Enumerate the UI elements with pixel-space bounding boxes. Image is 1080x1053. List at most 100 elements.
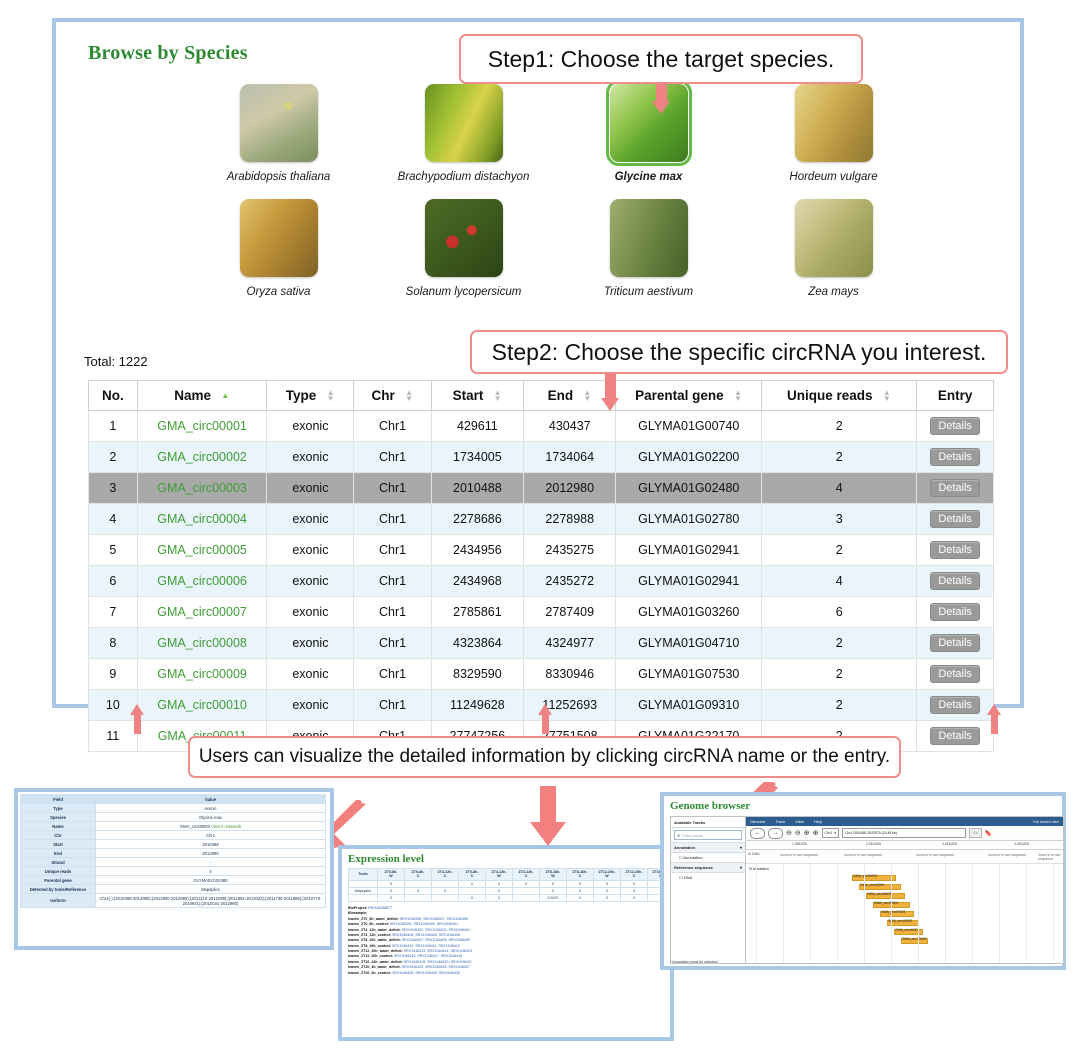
- cell-entry[interactable]: Details: [916, 441, 994, 473]
- column-header-name[interactable]: Name ▲: [136, 380, 268, 411]
- details-button[interactable]: Details: [930, 417, 980, 435]
- chevron-icon[interactable]: ▾: [740, 845, 742, 850]
- chevron-down-icon[interactable]: ▾: [834, 831, 836, 835]
- species-thumbnail-icon[interactable]: [794, 199, 873, 277]
- track-section-reference-sequence[interactable]: Reference sequence ▾: [671, 862, 745, 873]
- zoom-in-icon[interactable]: ⊕: [804, 829, 810, 837]
- cell-name[interactable]: GMA_circ00009: [136, 658, 268, 690]
- details-button[interactable]: Details: [930, 479, 980, 497]
- srx-ids[interactable]: SRX1046399, SRX1046400, SRX1046401: [390, 922, 458, 926]
- srx-ids[interactable]: SRX1046402, SRX1046403, SRX1046404: [402, 928, 470, 932]
- srx-ids[interactable]: SRX1046425, SRX1046426, SRX1046427: [402, 965, 470, 969]
- cell-name[interactable]: GMA_circ00004: [136, 503, 268, 535]
- sort-icon[interactable]: ▲ ▼: [493, 389, 502, 403]
- cell-entry[interactable]: Details: [916, 534, 994, 566]
- chevron-icon[interactable]: ▾: [740, 865, 742, 870]
- table-row[interactable]: 7 GMA_circ00007 exonic Chr1 2785861 2787409 GL…: [88, 596, 994, 628]
- sort-icon[interactable]: ▲ ▼: [326, 389, 335, 403]
- cell-name[interactable]: GMA_circ00002: [136, 441, 268, 473]
- table-row[interactable]: 2 GMA_circ00002 exonic Chr1 1734005 1734064 GL…: [88, 441, 994, 473]
- species-item-zea-mays[interactable]: Zea mays: [741, 199, 926, 298]
- details-button[interactable]: Details: [930, 541, 980, 559]
- species-thumbnail-icon[interactable]: [239, 84, 318, 162]
- column-header-no[interactable]: No.: [88, 380, 138, 411]
- menu-help[interactable]: Help: [814, 819, 822, 824]
- srx-ids[interactable]: SRX1046405, SRX1046405, SRX1046406: [392, 933, 460, 937]
- collapse-icon[interactable]: ⊟: [749, 867, 752, 871]
- table-row[interactable]: 8 GMA_circ00008 exonic Chr1 4323864 4324977 GL…: [88, 627, 994, 659]
- species-item-arabidopsis-thaliana[interactable]: Arabidopsis thaliana: [186, 84, 371, 183]
- table-row[interactable]: 1 GMA_circ00001 exonic Chr1 429611 430437 GLYM…: [88, 410, 994, 442]
- menu-view[interactable]: View: [795, 819, 804, 824]
- sort-icon[interactable]: ▲ ▼: [405, 389, 414, 403]
- species-thumbnail-icon[interactable]: [609, 199, 688, 277]
- details-button[interactable]: Details: [930, 696, 980, 714]
- circrna-name-link[interactable]: GMA_circ00010: [157, 698, 247, 712]
- cell-entry[interactable]: Details: [916, 410, 994, 442]
- column-header-type[interactable]: Type ▲ ▼: [266, 380, 355, 411]
- species-item-solanum-lycopersicum[interactable]: Solanum lycopersicum: [371, 199, 556, 298]
- close-icon[interactable]: ✕: [677, 833, 680, 838]
- species-thumbnail-icon[interactable]: [424, 84, 503, 162]
- column-header-start[interactable]: Start ▲ ▼: [430, 380, 525, 411]
- filter-tracks-input[interactable]: ✕ Filter tracks: [674, 830, 742, 840]
- cell-name[interactable]: GMA_circ00001: [136, 410, 268, 442]
- sort-icon[interactable]: ▲ ▼: [733, 389, 742, 403]
- species-thumbnail-icon[interactable]: [794, 84, 873, 162]
- species-thumbnail-icon[interactable]: [424, 199, 503, 277]
- go-button[interactable]: Go: [969, 828, 982, 838]
- zoom-out-icon[interactable]: ⊖: [795, 829, 801, 837]
- srx-ids[interactable]: SRX1046410, SRX1046411, SRX1046412: [392, 944, 460, 948]
- circrna-name-link[interactable]: GMA_circ00003: [157, 481, 247, 495]
- cell-name[interactable]: GMA_circ00003: [136, 472, 268, 504]
- cell-entry[interactable]: Details: [916, 596, 994, 628]
- column-header-parental-gene[interactable]: Parental gene ▲ ▼: [615, 380, 763, 411]
- details-button[interactable]: Details: [930, 634, 980, 652]
- srx-ids[interactable]: SRX1046419, SRX1046420, SRX1046421: [404, 960, 472, 964]
- circrna-name-link[interactable]: GMA_circ00009: [157, 667, 247, 681]
- circrna-name-link[interactable]: GMA_circ00008: [157, 636, 247, 650]
- circrna-name-link[interactable]: GMA_circ00005: [157, 543, 247, 557]
- cell-entry[interactable]: Details: [916, 472, 994, 504]
- srx-ids[interactable]: SRX1046416, SRX1046417, SRX1046418: [394, 954, 462, 958]
- cell-name[interactable]: GMA_circ00007: [136, 596, 268, 628]
- circrna-name-link[interactable]: GMA_circ00001: [157, 419, 247, 433]
- cell-name[interactable]: GMA_circ00008: [136, 627, 268, 659]
- details-button[interactable]: Details: [930, 727, 980, 745]
- species-item-triticum-aestivum[interactable]: Triticum aestivum: [556, 199, 741, 298]
- collapse-icon[interactable]: ⊟: [748, 852, 751, 856]
- cell-entry[interactable]: Details: [916, 503, 994, 535]
- zoom-in-large-icon[interactable]: ⊕: [813, 829, 819, 837]
- circrna-name-link[interactable]: GMA_circ00004: [157, 512, 247, 526]
- column-header-chr[interactable]: Chr ▲ ▼: [353, 380, 432, 411]
- pan-left-icon[interactable]: ←: [750, 827, 765, 839]
- menu-track[interactable]: Track: [775, 819, 785, 824]
- cell-entry[interactable]: Details: [916, 658, 994, 690]
- srx-ids[interactable]: SRX1046428, SRX1046429, SRX1046430: [392, 971, 460, 975]
- annotation-track-canvas[interactable]: ⊟ Annotation GMA_circ00003 GMA_circ00003 G…: [746, 864, 1063, 963]
- pan-right-icon[interactable]: →: [768, 827, 783, 839]
- cell-name[interactable]: GMA_circ00010: [136, 689, 268, 721]
- species-thumbnail-icon[interactable]: [239, 199, 318, 277]
- column-header-unique-reads[interactable]: Unique reads ▲ ▼: [761, 380, 918, 411]
- table-row[interactable]: 5 GMA_circ00005 exonic Chr1 2434956 2435275 GL…: [88, 534, 994, 566]
- sort-icon[interactable]: ▲ ▼: [882, 389, 891, 403]
- full-screen-view-link[interactable]: Full screen view: [1033, 820, 1059, 824]
- srx-ids[interactable]: SRX1046407, SRX1046408, SRX1046409: [402, 938, 470, 942]
- species-item-brachypodium-distachyon[interactable]: Brachypodium distachyon: [371, 84, 556, 183]
- cell-entry[interactable]: Details: [916, 565, 994, 597]
- cell-name[interactable]: GMA_circ00005: [136, 534, 268, 566]
- checkbox-icon[interactable]: ☐: [679, 875, 683, 880]
- details-button[interactable]: Details: [930, 448, 980, 466]
- zoom-out-large-icon[interactable]: ⊖: [786, 829, 792, 837]
- species-item-glycine-max[interactable]: Glycine max: [556, 80, 741, 183]
- table-row[interactable]: 6 GMA_circ00006 exonic Chr1 2434968 2435272 GL…: [88, 565, 994, 597]
- bioproject-id[interactable]: PRJNA288677: [368, 906, 392, 910]
- cell-entry[interactable]: Details: [916, 627, 994, 659]
- menu-genome[interactable]: Genome: [750, 819, 765, 824]
- share-icon[interactable]: 🔖: [985, 830, 992, 837]
- table-row[interactable]: 4 GMA_circ00004 exonic Chr1 2278686 2278988 GL…: [88, 503, 994, 535]
- cell-entry[interactable]: Details: [916, 689, 994, 721]
- table-row[interactable]: 3 GMA_circ00003 exonic Chr1 2010488 2012980 GL…: [88, 472, 994, 504]
- location-input[interactable]: Chr1:2000481.3922975 (23.49 kb): [842, 828, 967, 838]
